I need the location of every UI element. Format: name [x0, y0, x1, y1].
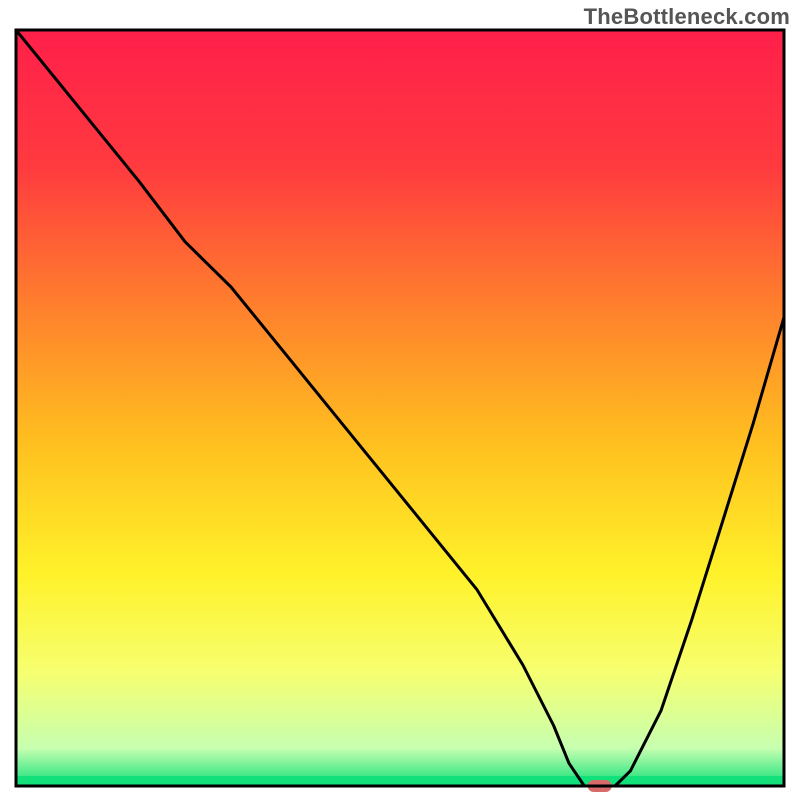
- watermark-text: TheBottleneck.com: [584, 4, 790, 30]
- plot-background: [16, 30, 784, 786]
- bottleneck-chart: [0, 0, 800, 800]
- chart-container: TheBottleneck.com: [0, 0, 800, 800]
